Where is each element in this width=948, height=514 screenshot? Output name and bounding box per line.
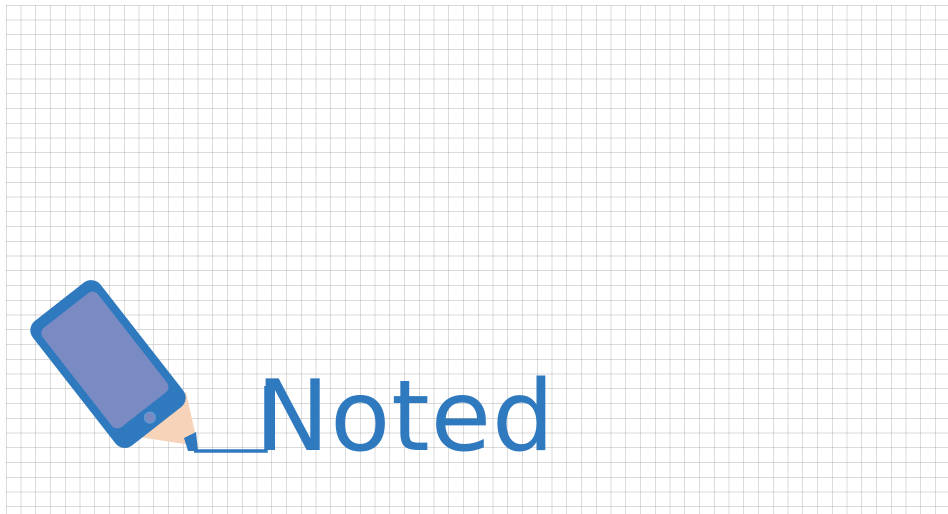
wordmark-text: Noted bbox=[256, 360, 555, 474]
logo-canvas: Noted bbox=[0, 0, 948, 514]
noted-logo: Noted bbox=[30, 280, 555, 474]
phone-pencil-icon bbox=[30, 280, 198, 451]
